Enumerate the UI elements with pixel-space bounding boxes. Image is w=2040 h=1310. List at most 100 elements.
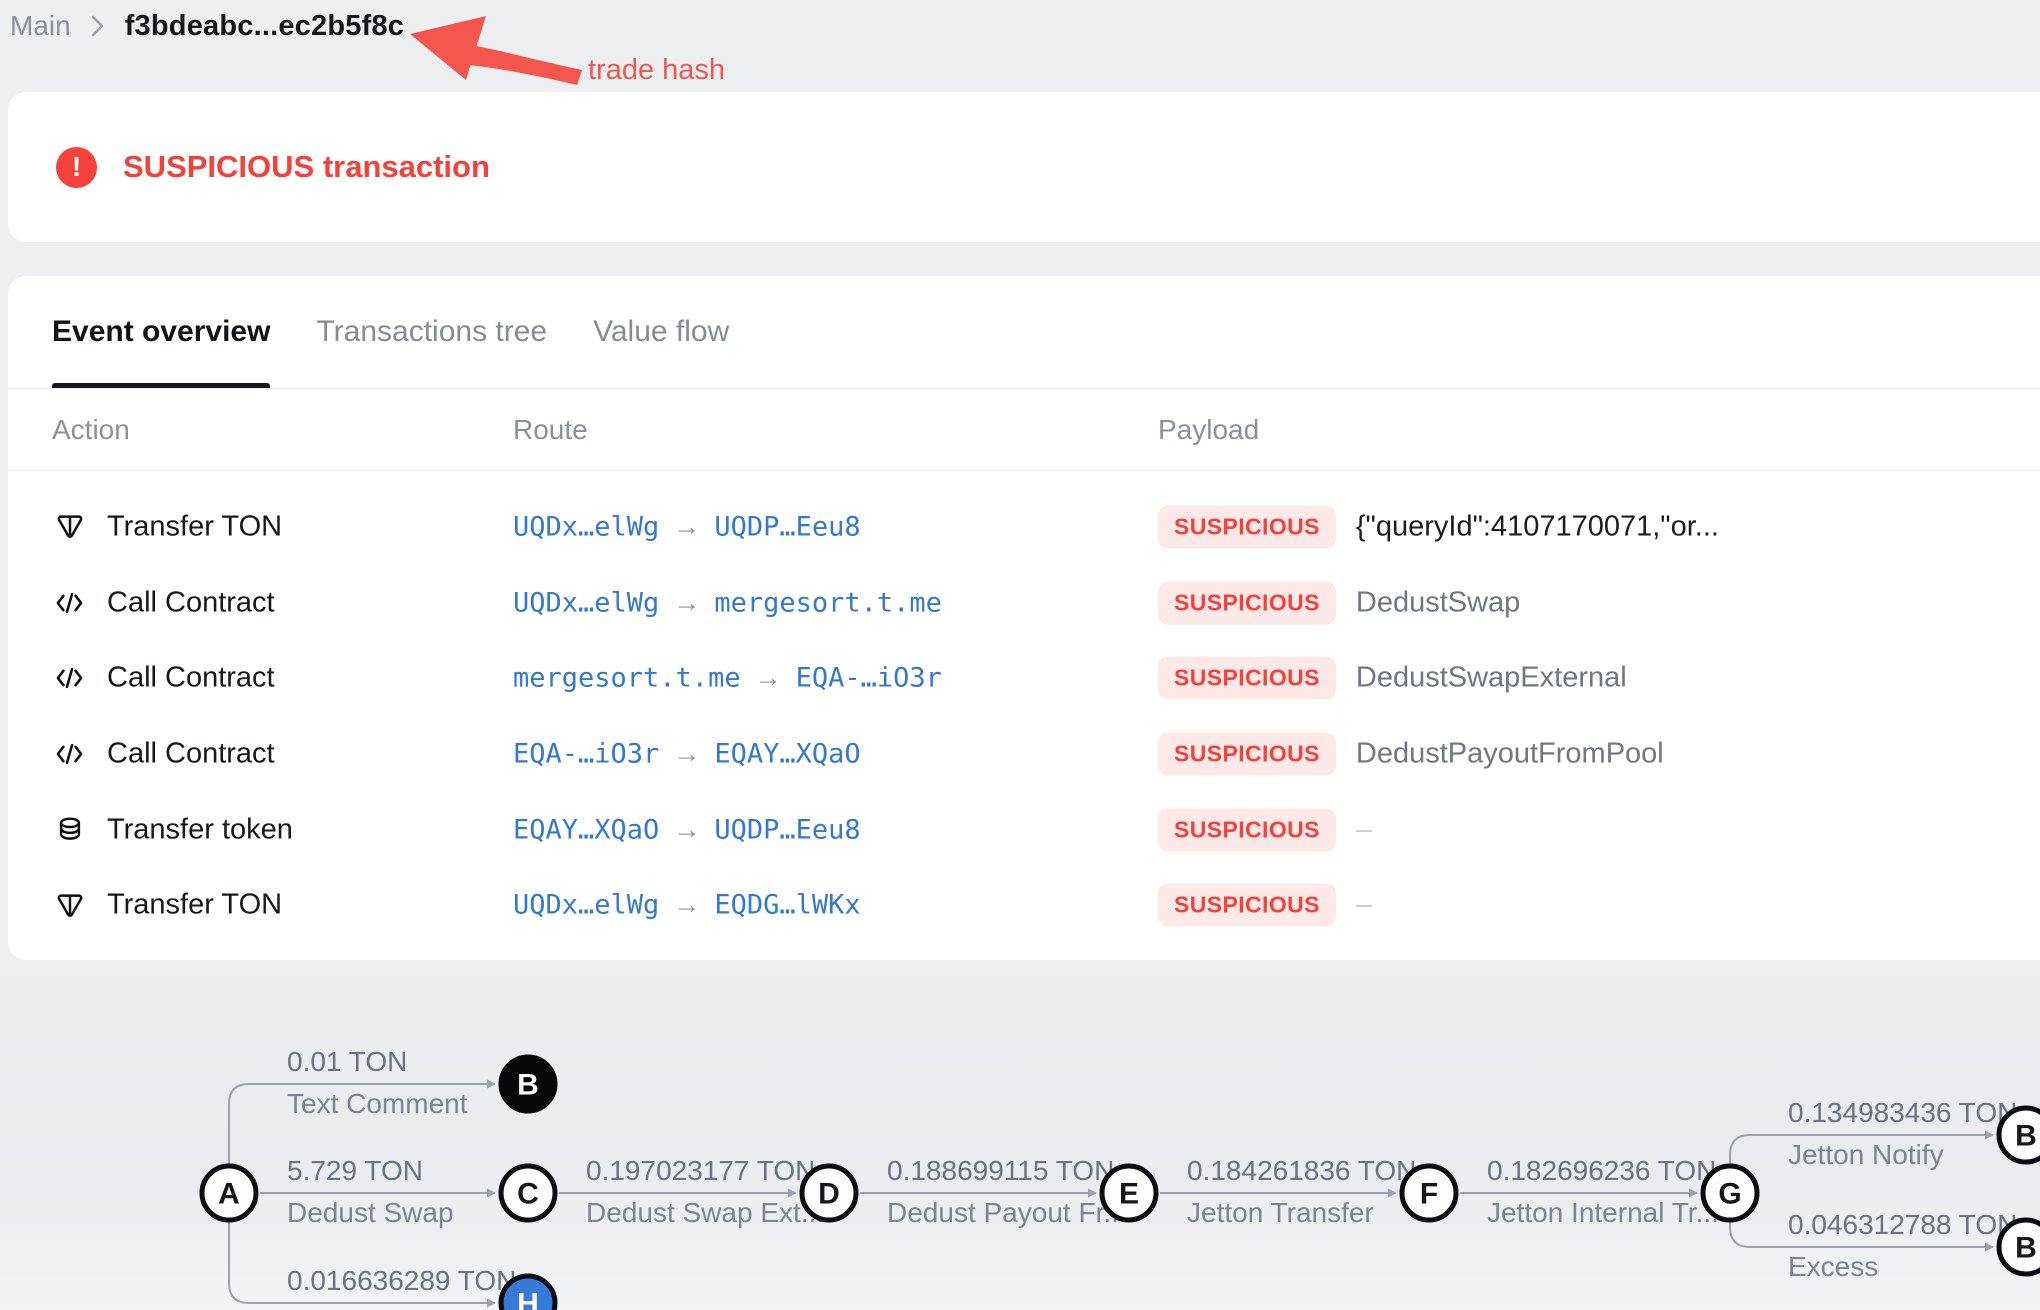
- edge-value-label: 0.182696236 TON: [1487, 1155, 1716, 1186]
- route-cell: UQDx…elWg → EQDG…lWKx: [513, 890, 861, 921]
- edge-value-label: 0.188699115 TON: [887, 1155, 1114, 1186]
- action-cell: Transfer TON: [54, 510, 282, 543]
- edge-type-label: Jetton Transfer: [1187, 1197, 1374, 1228]
- column-header-payload: Payload: [1158, 414, 1260, 445]
- edge-type-label: Dedust Swap: [287, 1197, 454, 1228]
- graph-node-A[interactable]: A: [199, 1163, 259, 1223]
- chevron-right-icon: [91, 14, 105, 38]
- edge-value-label: 0.197023177 TON: [586, 1155, 815, 1186]
- tab-value-flow[interactable]: Value flow: [593, 276, 729, 388]
- graph-node-B2[interactable]: B: [1996, 1105, 2040, 1165]
- tab-label: Value flow: [593, 315, 730, 348]
- payload-cell: SUSPICIOUS DedustSwap: [1158, 581, 1520, 625]
- graph-node-H[interactable]: H: [498, 1273, 558, 1310]
- route-from-link[interactable]: mergesort.t.me: [513, 663, 741, 694]
- route-cell: EQA-…iO3r → EQAY…XQaO: [513, 738, 861, 769]
- edge-value-label: 0.01 TON: [287, 1046, 407, 1077]
- table-row: Call Contract EQA-…iO3r → EQAY…XQaO SUSPICIO…: [8, 716, 2040, 792]
- node-letter: B: [517, 1069, 539, 1102]
- edge-type-label: Dedust Swap Ext...: [586, 1197, 824, 1228]
- payload-text: DedustPayoutFromPool: [1355, 737, 1664, 770]
- graph-node-B3[interactable]: B: [1996, 1217, 2040, 1277]
- route-to-link[interactable]: UQDP…Eeu8: [714, 511, 860, 542]
- event-card: Event overview Transactions tree Value flo…: [8, 276, 2040, 960]
- action-label: Transfer token: [107, 813, 293, 846]
- node-letter: E: [1119, 1178, 1139, 1211]
- route-from-link[interactable]: EQAY…XQaO: [513, 814, 659, 845]
- edge-type-label: Excess: [1788, 1251, 1878, 1282]
- graph-edge-G-B3: 0.046312788 TON Excess: [1729, 1209, 2017, 1282]
- alert-card: ! SUSPICIOUS transaction: [8, 92, 2040, 242]
- edge-type-label: Dedust Payout Fr...: [887, 1197, 1127, 1228]
- route-from-link[interactable]: UQDx…elWg: [513, 890, 659, 921]
- table-row: Transfer token EQAY…XQaO → UQDP…Eeu8 SUSPICI…: [8, 792, 2040, 868]
- action-cell: Transfer token: [54, 813, 293, 846]
- node-letter: F: [1420, 1178, 1438, 1211]
- route-to-link[interactable]: EQA-…iO3r: [796, 663, 942, 694]
- payload-text: {"queryId":4107170071,"or...: [1355, 510, 1719, 543]
- edge-type-label: Text Comment: [287, 1088, 468, 1119]
- graph-edge-A-B1: 0.01 TON Text Comment: [228, 1046, 496, 1166]
- payload-cell: SUSPICIOUS DedustSwapExternal: [1158, 656, 1627, 700]
- ton-icon: [54, 890, 85, 921]
- graph-node-G[interactable]: G: [1700, 1163, 1760, 1223]
- graph-edge-E-F: 0.184261836 TON Jetton Transfer: [1160, 1155, 1416, 1228]
- arrow-right-icon: →: [673, 889, 701, 920]
- edge-value-label: 0.184261836 TON: [1187, 1155, 1416, 1186]
- column-header-route: Route: [513, 414, 588, 445]
- edge-value-label: 5.729 TON: [287, 1155, 423, 1186]
- annotation-arrow-icon: [410, 16, 582, 85]
- node-letter: B: [2015, 1120, 2037, 1153]
- tab-label: Transactions tree: [316, 315, 548, 348]
- graph-node-C[interactable]: C: [498, 1163, 558, 1223]
- route-from-link[interactable]: UQDx…elWg: [513, 587, 659, 618]
- suspicious-badge: SUSPICIOUS: [1158, 808, 1336, 852]
- payload-cell: SUSPICIOUS –: [1158, 883, 1372, 927]
- payload-cell: SUSPICIOUS DedustPayoutFromPool: [1158, 732, 1664, 776]
- graph-node-E[interactable]: E: [1099, 1163, 1159, 1223]
- route-to-link[interactable]: UQDP…Eeu8: [714, 814, 860, 845]
- tab-transactions-tree[interactable]: Transactions tree: [316, 276, 547, 388]
- route-from-link[interactable]: UQDx…elWg: [513, 511, 659, 542]
- ton-icon: [54, 511, 85, 542]
- suspicious-badge: SUSPICIOUS: [1158, 883, 1336, 927]
- column-header-action: Action: [52, 414, 130, 445]
- action-label: Call Contract: [107, 661, 275, 694]
- alert-text: SUSPICIOUS transaction: [123, 149, 490, 184]
- trade-hash: f3bdeabc...ec2b5f8c: [124, 9, 405, 42]
- payload-cell: SUSPICIOUS –: [1158, 808, 1372, 852]
- route-to-link[interactable]: mergesort.t.me: [714, 587, 942, 618]
- action-cell: Call Contract: [54, 586, 275, 619]
- table-row: Transfer TON UQDx…elWg → EQDG…lWKx SUSPICIOU…: [8, 867, 2040, 943]
- graph-node-D[interactable]: D: [799, 1163, 859, 1223]
- action-cell: Transfer TON: [54, 889, 282, 922]
- route-to-link[interactable]: EQAY…XQaO: [714, 738, 860, 769]
- breadcrumb: Main f3bdeabc...ec2b5f8c: [10, 6, 404, 46]
- suspicious-badge: SUSPICIOUS: [1158, 581, 1336, 625]
- node-letter: C: [517, 1178, 539, 1211]
- arrow-right-icon: →: [673, 738, 701, 769]
- table-row: Call Contract mergesort.t.me → EQA-…iO3r SUS…: [8, 640, 2040, 716]
- code-icon: [54, 738, 85, 769]
- edge-type-label: Jetton Internal Tr...: [1487, 1197, 1719, 1228]
- route-cell: mergesort.t.me → EQA-…iO3r: [513, 663, 942, 694]
- breadcrumb-main-link[interactable]: Main: [10, 10, 71, 42]
- tab-event-overview[interactable]: Event overview: [52, 276, 271, 388]
- graph-edge-A-H: 0.016636289 TON: [228, 1220, 516, 1308]
- value-flow-graph: 0.01 TON Text Comment 5.729 TON Dedust Swap…: [199, 1046, 2040, 1310]
- action-cell: Call Contract: [54, 737, 275, 770]
- payload-text: DedustSwapExternal: [1355, 661, 1627, 694]
- graph-edge-A-C: 5.729 TON Dedust Swap: [260, 1155, 496, 1228]
- action-label: Call Contract: [107, 737, 275, 770]
- edge-value-label: 0.016636289 TON: [287, 1265, 516, 1296]
- route-to-link[interactable]: EQDG…lWKx: [714, 890, 860, 921]
- graph-edge-F-G: 0.182696236 TON Jetton Internal Tr...: [1460, 1155, 1719, 1228]
- route-cell: EQAY…XQaO → UQDP…Eeu8: [513, 814, 861, 845]
- graph-edge-G-B2: 0.134983436 TON Jetton Notify: [1729, 1097, 2017, 1170]
- suspicious-badge: SUSPICIOUS: [1158, 505, 1336, 549]
- graph-node-B1[interactable]: B: [498, 1054, 558, 1114]
- graph-edge-C-D: 0.197023177 TON Dedust Swap Ext...: [559, 1155, 824, 1228]
- action-label: Transfer TON: [107, 510, 283, 543]
- graph-node-F[interactable]: F: [1399, 1163, 1459, 1223]
- route-from-link[interactable]: EQA-…iO3r: [513, 738, 659, 769]
